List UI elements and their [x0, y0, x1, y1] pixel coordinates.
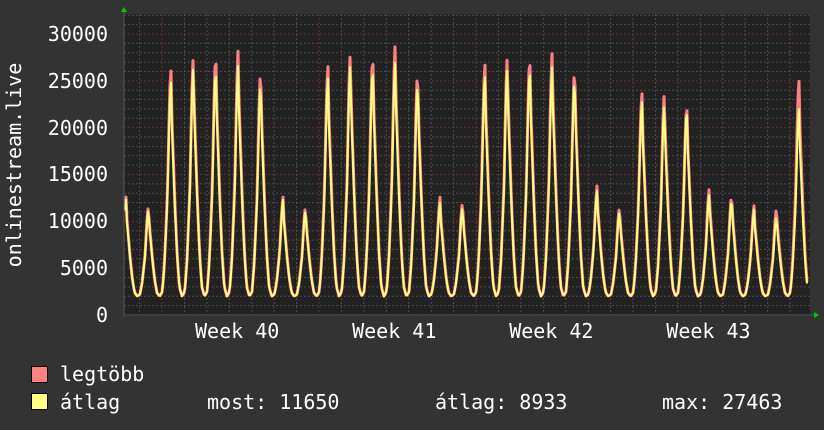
legend-now-value: most: 11650 — [207, 390, 340, 414]
x-tick-label: Week 42 — [509, 319, 594, 343]
legend-max-value: max: 27463 — [662, 390, 783, 414]
x-axis-arrow-icon — [814, 312, 819, 318]
y-tick-label: 30000 — [47, 21, 108, 46]
y-tick-label: 0 — [95, 303, 108, 327]
y-axis-arrow-icon — [121, 7, 127, 12]
y-tick-label: 20000 — [47, 115, 108, 140]
y-tick-label: 15000 — [47, 162, 108, 187]
x-tick-label: Week 41 — [352, 319, 437, 343]
x-tick-label: Week 43 — [666, 319, 751, 343]
y-tick-label: 5000 — [59, 256, 108, 281]
y-tick-label: 10000 — [47, 209, 108, 234]
y-axis-label: onlinestream.live — [2, 62, 26, 268]
legend-swatch-max — [31, 366, 48, 383]
x-tick-label: Week 40 — [195, 319, 280, 343]
legend-max-label: legtöbb — [60, 362, 145, 386]
legend-swatch-avg — [31, 393, 48, 410]
legend-avg-label: átlag — [60, 390, 121, 414]
y-tick-label: 25000 — [47, 68, 108, 93]
legend-avg-value: átlag: 8933 — [435, 390, 568, 414]
